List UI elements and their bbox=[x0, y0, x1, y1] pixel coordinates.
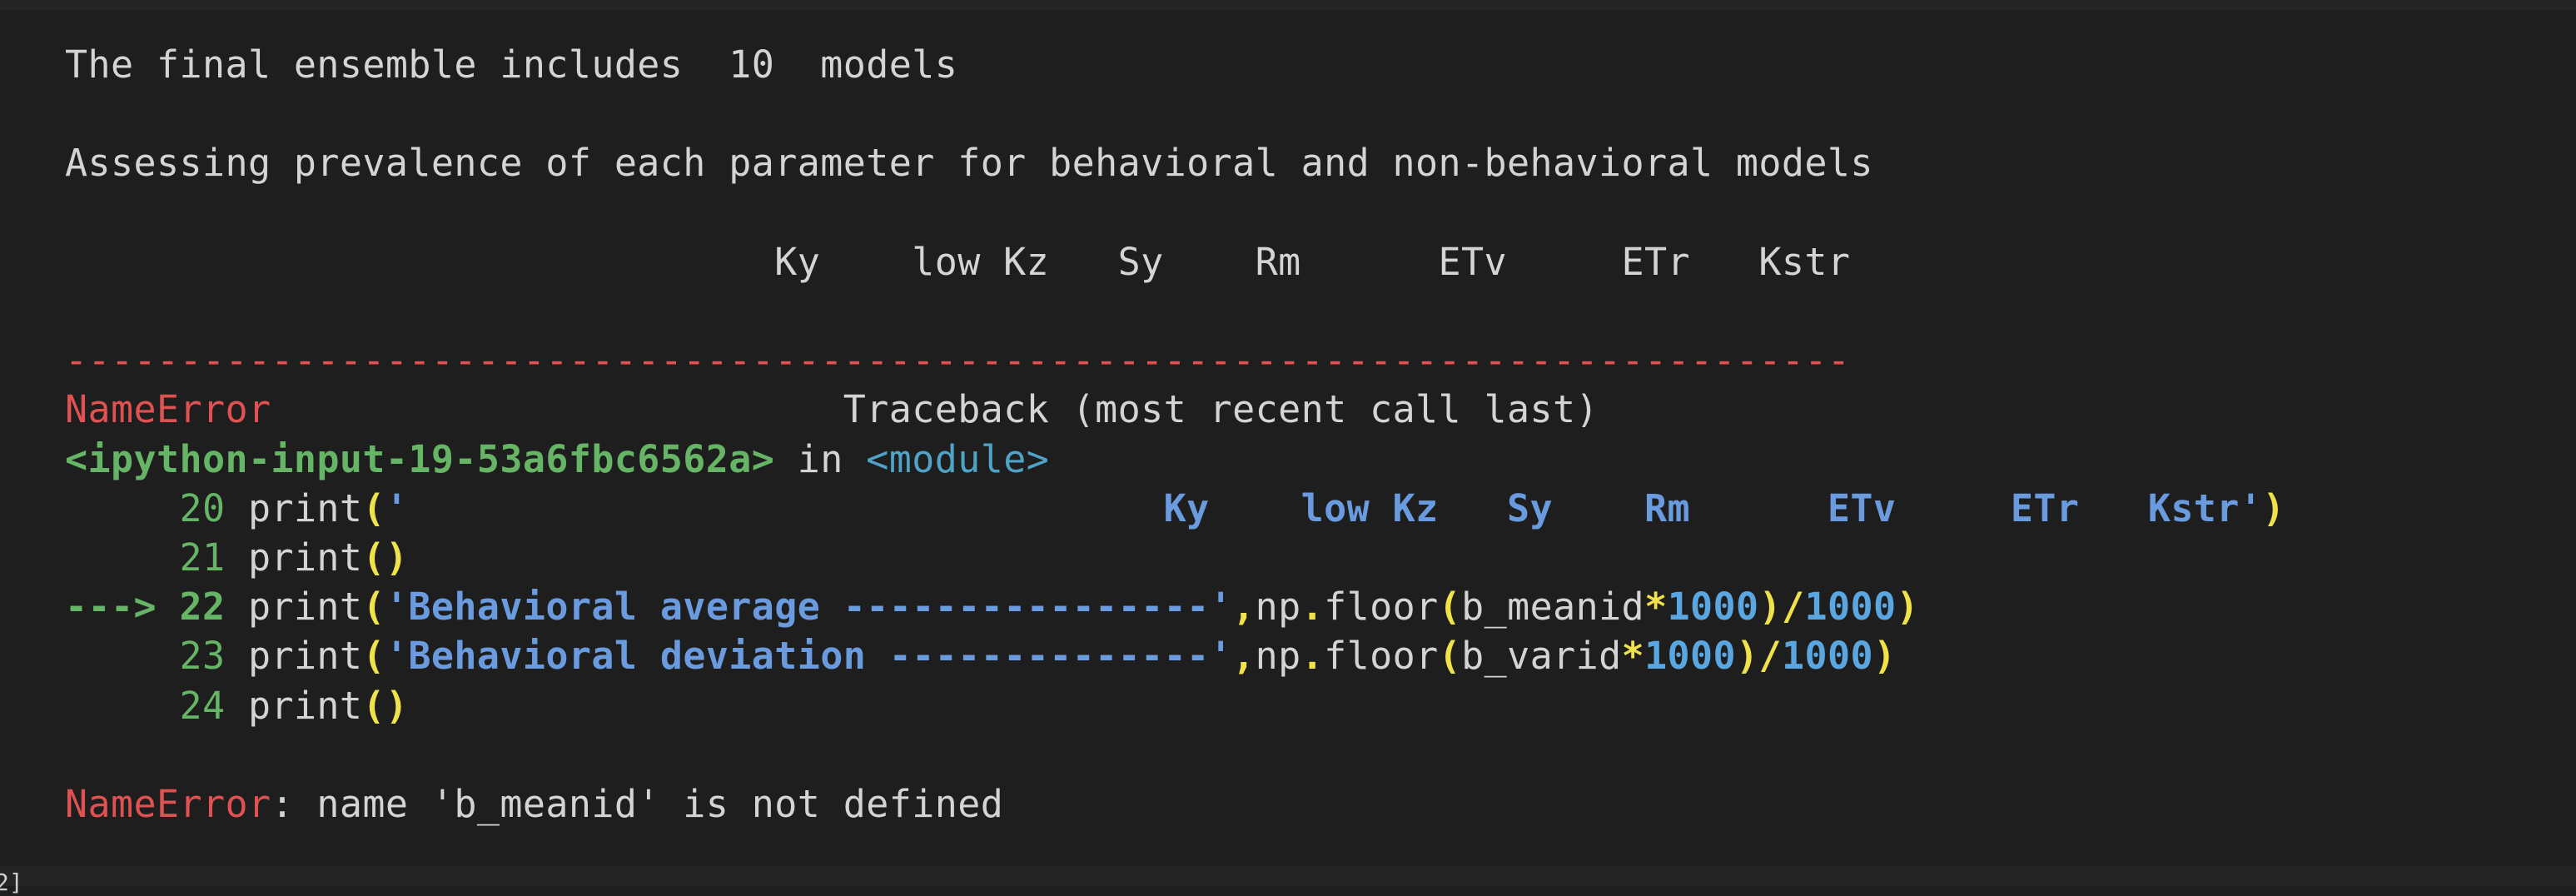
parameter-header-line: Ky low Kz Sy Rm ETv ETr Kstr bbox=[65, 239, 1851, 284]
traceback-header: Traceback (most recent call last) bbox=[843, 387, 1599, 432]
module-ref: <module> bbox=[866, 436, 1050, 481]
behavioral-average-string: 'Behavioral average ----------------' bbox=[385, 585, 1233, 630]
ipython-input-ref: <ipython-input-19-53a6fbc6562a> bbox=[65, 436, 775, 481]
final-error-name: NameError bbox=[65, 782, 271, 827]
error-name: NameError bbox=[65, 387, 271, 432]
output-text: The final ensemble includes 10 models As… bbox=[65, 42, 2285, 827]
line-number-21: 21 bbox=[65, 535, 248, 580]
final-error-message: : name 'b_meanid' is not defined bbox=[271, 782, 1004, 827]
next-cell-border bbox=[0, 866, 2576, 886]
header-string-literal: ' Ky low Kz Sy Rm ETv ETr Kstr' bbox=[385, 485, 2263, 530]
line-number-24: 24 bbox=[65, 683, 248, 728]
error-line-arrow: ---> 22 bbox=[65, 585, 248, 630]
top-cell-border bbox=[0, 0, 2576, 10]
ensemble-line: The final ensemble includes 10 models bbox=[65, 42, 958, 87]
traceback-dashes: ----------------------------------------… bbox=[65, 338, 1851, 383]
behavioral-deviation-string: 'Behavioral deviation --------------' bbox=[385, 634, 1233, 679]
cell-execution-count: 2] bbox=[0, 869, 23, 896]
line-number-20: 20 bbox=[65, 485, 248, 530]
assessing-line: Assessing prevalence of each parameter f… bbox=[65, 141, 1873, 186]
line-number-23: 23 bbox=[65, 634, 248, 679]
cell-output-area[interactable]: The final ensemble includes 10 models As… bbox=[0, 10, 2576, 866]
